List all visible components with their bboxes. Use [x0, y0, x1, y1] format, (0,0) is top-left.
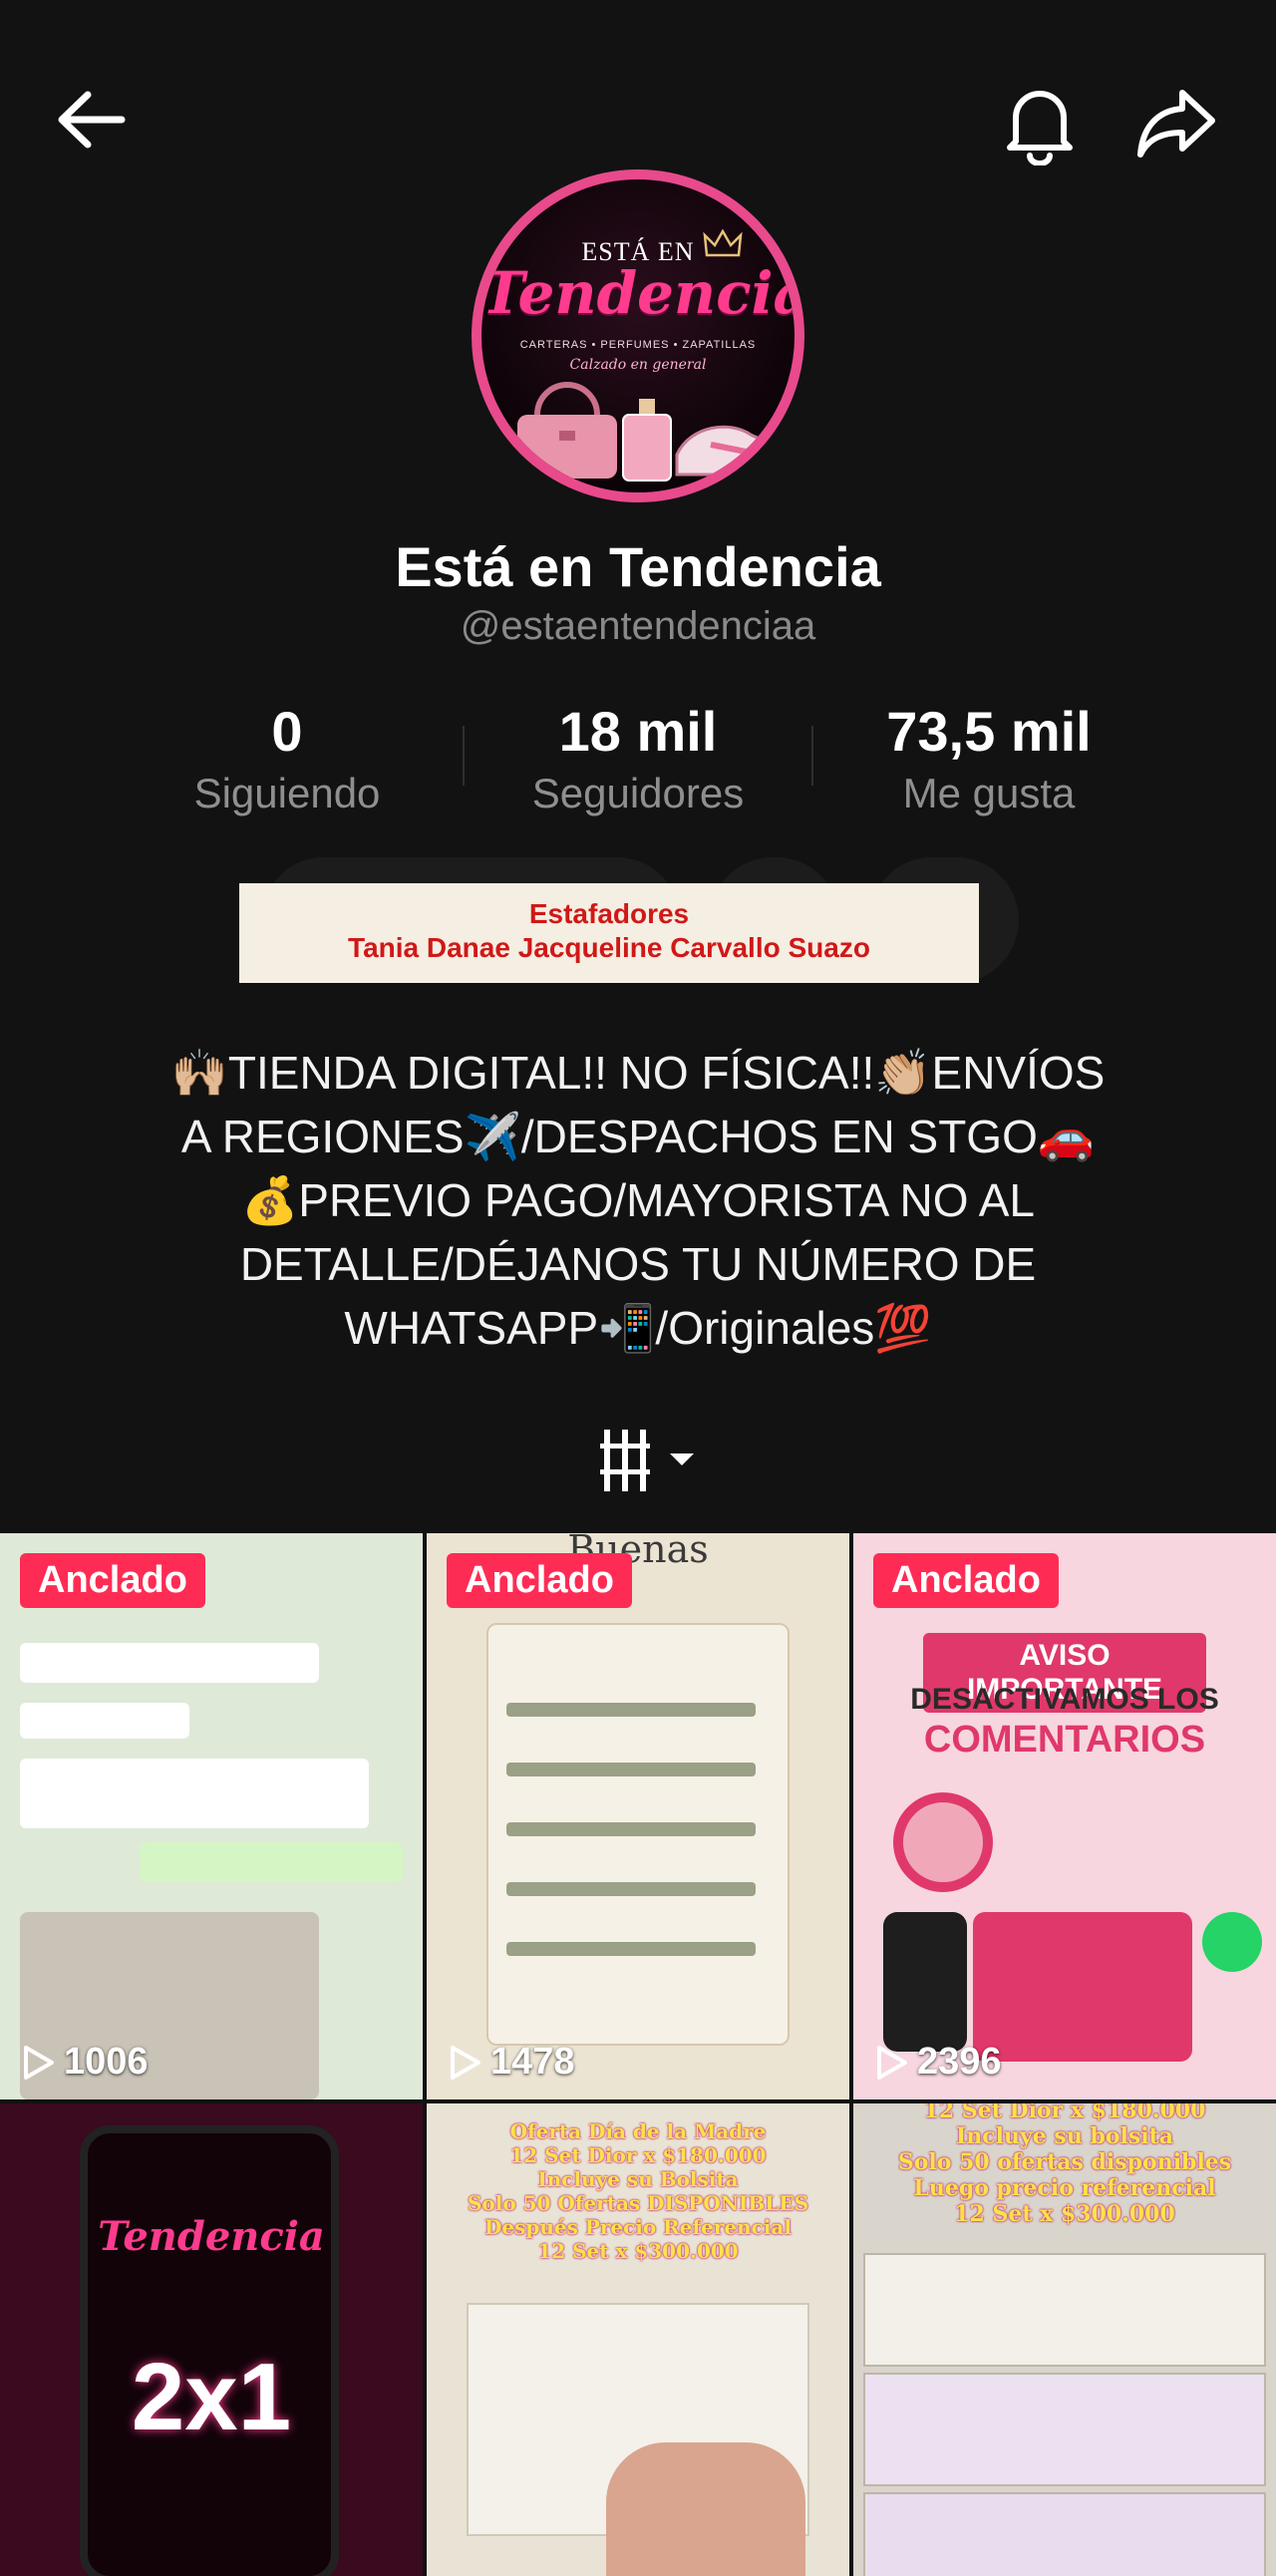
pinned-badge: Anclado — [447, 1553, 632, 1608]
video-thumbnail[interactable]: Tendencia 2x1 — [0, 2103, 423, 2576]
avatar-brand-sub2: Calzado en general — [569, 357, 707, 373]
profile-handle: @estaentendenciaa — [460, 604, 816, 648]
thumbnail-caption: COMENTARIOS — [923, 1719, 1206, 1761]
box-stack — [863, 2373, 1266, 2486]
bio-line: WHATSAPP📲/Originales💯 — [344, 1302, 932, 1354]
bio-line: DETALLE/DÉJANOS TU NÚMERO DE — [239, 1238, 1037, 1290]
video-thumbnail[interactable]: Anclado 1006 — [0, 1533, 423, 2099]
video-thumbnail[interactable]: 12 Set Dior x $180.000 Incluye su bolsit… — [853, 2103, 1276, 2576]
box-stack — [863, 2253, 1266, 2367]
crown-icon — [703, 229, 743, 257]
profile-bio: 🙌🏼TIENDA DIGITAL!! NO FÍSICA!!👏🏼ENVÍOS A… — [120, 1041, 1156, 1360]
pinned-badge: Anclado — [20, 1553, 205, 1608]
stat-following-label: Siguiendo — [193, 770, 381, 816]
pinned-badge: Anclado — [873, 1553, 1059, 1608]
sneaker-icon — [675, 425, 795, 477]
tab-videos[interactable] — [598, 1426, 698, 1500]
thumbnail-caption: Incluye su bolsita — [955, 2123, 1174, 2149]
stat-divider — [811, 726, 813, 786]
view-count: 1006 — [22, 2041, 149, 2084]
chat-bubble — [140, 1842, 403, 1882]
stat-following[interactable]: 0 Siguiendo — [123, 698, 452, 821]
profile-avatar[interactable]: ESTÁ EN Tendencia CARTERAS • PERFUMES • … — [472, 169, 804, 502]
phone-illustration — [883, 1912, 967, 2052]
thumbnail-caption: Solo 50 Ofertas DISPONIBLES — [467, 2191, 809, 2215]
thumbnail-caption: 12 Set x $300.000 — [954, 2201, 1175, 2227]
profile-display-name: Está en Tendencia — [395, 535, 881, 598]
thumbnail-caption: Luego precio referencial — [913, 2175, 1216, 2201]
info-row — [506, 1703, 756, 1717]
box-stack — [863, 2492, 1266, 2576]
scam-warning-banner: Estafadores Tania Danae Jacqueline Carva… — [239, 883, 979, 983]
bell-icon — [1007, 91, 1073, 165]
stat-likes-value: 73,5 mil — [886, 700, 1092, 763]
info-row — [506, 1763, 756, 1776]
info-row — [506, 1882, 756, 1896]
thumbnail-caption: Incluye su Bolsita — [537, 2167, 739, 2191]
play-icon — [451, 2045, 480, 2080]
view-count-value: 2396 — [917, 2041, 1002, 2083]
share-arrow-icon — [1137, 90, 1215, 158]
avatar-brand-sub: CARTERAS • PERFUMES • ZAPATILLAS — [519, 339, 757, 351]
thumbnail-caption: Tendencia — [98, 2213, 325, 2260]
perfume-icon — [622, 399, 672, 482]
back-arrow-icon — [58, 91, 126, 149]
info-row — [506, 1942, 756, 1956]
handbag-icon — [517, 382, 617, 479]
view-count: 1478 — [449, 2041, 575, 2084]
stat-divider — [463, 726, 465, 786]
thumbnail-caption: 12 Set Dior x $180.000 — [923, 2103, 1206, 2123]
chat-bubble — [20, 1759, 369, 1828]
thumbnail-caption: 12 Set Dior x $180.000 — [509, 2143, 767, 2167]
video-grid-icon — [600, 1430, 694, 1491]
video-thumbnail[interactable]: Buenas Anclado 1478 — [427, 1533, 849, 2099]
view-count-value: 1478 — [490, 2041, 575, 2083]
stat-followers-label: Seguidores — [531, 770, 745, 816]
thumbnail-caption: DESACTIVAMOS LOS — [910, 1683, 1219, 1716]
play-icon — [877, 2045, 907, 2080]
scam-warning-title: Estafadores — [528, 898, 690, 929]
share-button[interactable] — [1126, 78, 1226, 167]
no-comments-symbol — [893, 1792, 993, 1892]
video-thumbnail[interactable]: Oferta Día de la Madre 12 Set Dior x $18… — [427, 2103, 849, 2576]
bio-line: A REGIONES✈️/DESPACHOS EN STGO🚗 — [180, 1111, 1096, 1162]
hand-photo — [606, 2442, 805, 2576]
whatsapp-icon — [1202, 1912, 1262, 1972]
bio-line: 💰PREVIO PAGO/MAYORISTA NO AL — [240, 1174, 1035, 1226]
stat-followers-value: 18 mil — [558, 700, 718, 763]
thumbnail-caption: Solo 50 ofertas disponibles — [897, 2149, 1232, 2175]
view-count: 2396 — [875, 2041, 1002, 2084]
contact-panel — [973, 1912, 1192, 2062]
chat-bubble — [20, 1703, 189, 1739]
stat-following-value: 0 — [271, 700, 303, 763]
notification-button[interactable] — [992, 78, 1088, 167]
thumbnail-caption: Después Precio Referencial — [484, 2215, 792, 2239]
chat-bubble — [20, 1643, 319, 1683]
avatar-brand-main: Tendencia — [481, 259, 804, 327]
stat-likes[interactable]: 73,5 mil Me gusta — [824, 698, 1153, 821]
stat-followers[interactable]: 18 mil Seguidores — [474, 698, 802, 821]
view-count-value: 1006 — [64, 2041, 149, 2083]
back-button[interactable] — [40, 80, 140, 160]
bio-line: 🙌🏼TIENDA DIGITAL!! NO FÍSICA!!👏🏼ENVÍOS — [170, 1047, 1106, 1099]
video-thumbnail[interactable]: AVISO IMPORTANTE DESACTIVAMOS LOS COMENT… — [853, 1533, 1276, 2099]
scam-warning-names: Tania Danae Jacqueline Carvallo Suazo — [348, 932, 870, 963]
thumbnail-caption: Oferta Día de la Madre — [509, 2119, 767, 2143]
thumbnail-caption: 12 Set x $300.000 — [537, 2239, 739, 2263]
stat-likes-label: Me gusta — [902, 770, 1076, 816]
play-icon — [24, 2045, 54, 2080]
info-row — [506, 1822, 756, 1836]
thumbnail-caption: 2x1 — [131, 2344, 292, 2450]
